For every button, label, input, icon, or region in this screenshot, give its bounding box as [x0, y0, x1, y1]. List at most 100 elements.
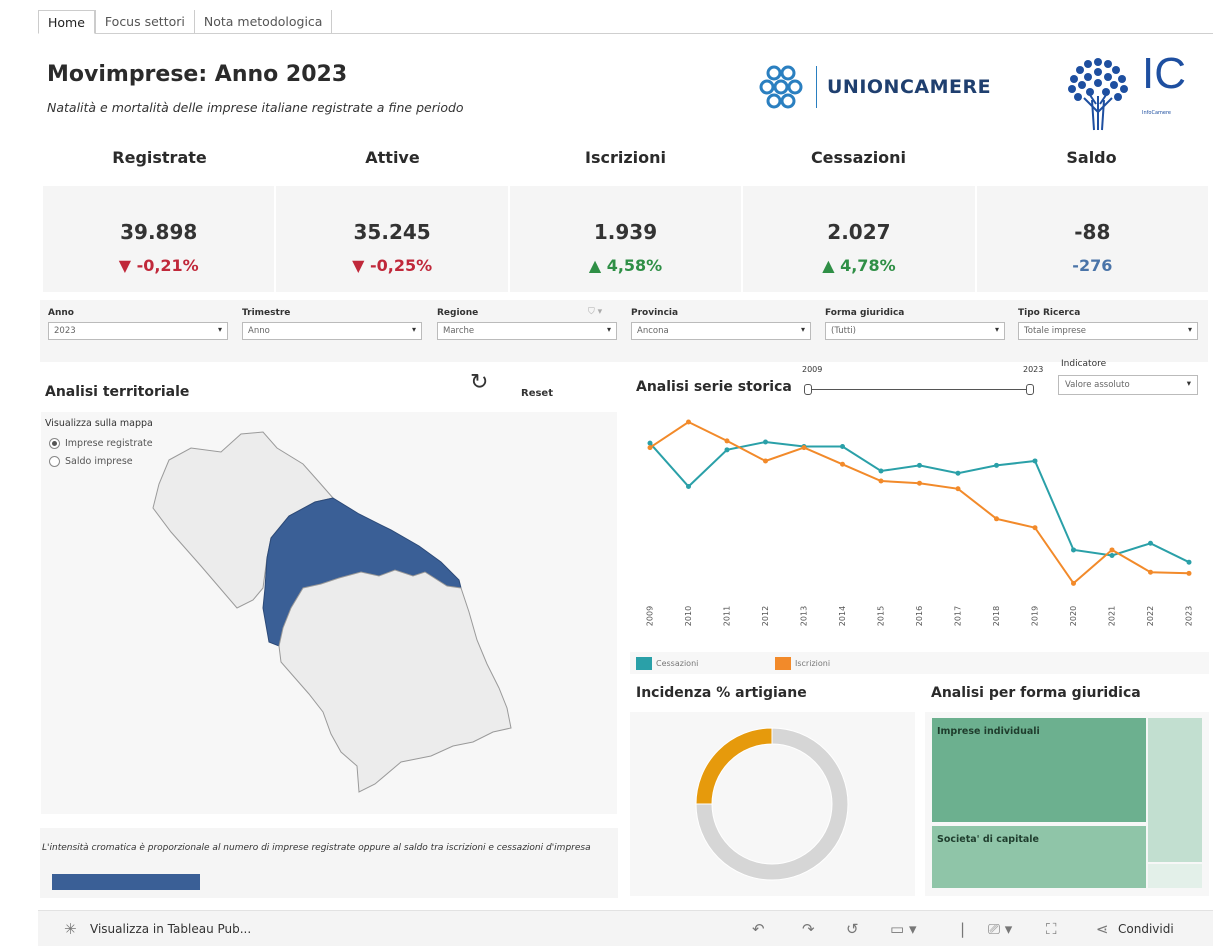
page-title: Movimprese: Anno 2023 [47, 62, 348, 87]
data-point-iscrizioni-2020[interactable] [1071, 580, 1076, 586]
series-line-iscrizioni[interactable] [649, 420, 1190, 585]
treemap-tile-imprese-individuali[interactable]: Imprese individuali [932, 718, 1146, 822]
kpi-values: 39.898 ▼ -0,21% 35.245 ▼ -0,25% 1.939 ▲ … [43, 186, 1208, 292]
data-point-cessazioni-2023[interactable] [1186, 559, 1192, 565]
data-point-iscrizioni-2017[interactable] [955, 486, 961, 492]
treemap-tile-small[interactable] [1148, 864, 1202, 888]
tab-nota-metodologica[interactable]: Nota metodologica [193, 10, 333, 33]
x-tick-label: 2022 [1146, 606, 1155, 626]
data-point-iscrizioni-2014[interactable] [840, 461, 845, 467]
legend-swatch-iscrizioni [775, 657, 791, 670]
data-point-iscrizioni-2022[interactable] [1148, 569, 1153, 575]
kpi-value: 2.027 [827, 220, 891, 244]
data-point-iscrizioni-2015[interactable] [878, 478, 884, 484]
tab-focus-settori[interactable]: Focus settori [94, 10, 194, 33]
data-point-cessazioni-2020[interactable] [1071, 547, 1076, 553]
data-point-cessazioni-2019[interactable] [1032, 458, 1038, 464]
line-chart[interactable]: 2009 2010 2011 2012 2013 2014 2015 2016 2017 2018… [630, 404, 1209, 642]
treemap-tile-societa-capitale[interactable]: Societa' di capitale [932, 826, 1146, 888]
revert-icon[interactable]: ↺ [846, 920, 859, 938]
reset-icon[interactable]: ↻ [470, 370, 488, 395]
data-point-iscrizioni-2019[interactable] [1032, 525, 1038, 531]
tipo-ricerca-dropdown[interactable]: Totale imprese ▾ [1018, 322, 1198, 340]
tab-home[interactable]: Home [38, 10, 95, 34]
kpi-change: ▲ 4,58% [588, 256, 663, 275]
province-southern-marche[interactable] [278, 569, 512, 793]
data-point-cessazioni-2022[interactable] [1148, 540, 1153, 546]
kpi-change: ▼ -0,21% [118, 256, 199, 275]
kpi-label-saldo: Saldo [1066, 148, 1117, 167]
pause-icon[interactable]: ▭ ▾ [890, 920, 916, 938]
provincia-dropdown[interactable]: Ancona ▾ [631, 322, 811, 340]
x-tick-label: 2011 [723, 606, 732, 626]
forma-giuridica-dropdown[interactable]: (Tutti) ▾ [825, 322, 1005, 340]
data-point-cessazioni-2012[interactable] [763, 439, 768, 445]
undo-icon[interactable]: ↶ [752, 920, 765, 938]
data-point-cessazioni-2021[interactable] [1109, 553, 1115, 559]
kpi-label-attive: Attive [365, 148, 420, 167]
redo-icon[interactable]: ↷ [802, 920, 815, 938]
kpi-iscrizioni[interactable]: 1.939 ▲ 4,58% [510, 186, 744, 292]
x-tick-label: 2019 [1031, 606, 1040, 626]
chevron-down-icon: ▾ [1187, 325, 1192, 334]
unioncamere-logo-text: UNIONCAMERE [827, 76, 992, 98]
data-point-iscrizioni-2023[interactable] [1186, 570, 1192, 576]
filter-anno: Anno 2023 ▾ [48, 308, 228, 340]
data-point-iscrizioni-2011[interactable] [724, 438, 730, 444]
unioncamere-mark-icon [759, 65, 803, 109]
indicator-label: Indicatore [1061, 359, 1107, 369]
donut-slice-artigiane[interactable] [695, 727, 773, 805]
filter-tipo-ricerca: Tipo Ricerca Totale imprese ▾ [1018, 308, 1198, 340]
trimestre-dropdown[interactable]: Anno ▾ [242, 322, 422, 340]
infocamere-logo: IC InfoCamere [1058, 52, 1186, 132]
data-point-iscrizioni-2018[interactable] [994, 516, 999, 522]
regione-dropdown[interactable]: Marche ▾ [437, 322, 617, 340]
share-icon[interactable]: ⋖ [1096, 920, 1109, 938]
data-point-cessazioni-2018[interactable] [994, 462, 999, 468]
filter-funnel-icon[interactable]: ⛉ ▾ [588, 307, 602, 317]
data-point-iscrizioni-2016[interactable] [917, 480, 922, 486]
kpi-value: 39.898 [120, 220, 198, 244]
data-point-iscrizioni-2010[interactable] [686, 419, 691, 425]
data-point-cessazioni-2010[interactable] [686, 484, 691, 490]
x-tick-label: 2014 [838, 606, 847, 626]
filter-provincia: Provincia Ancona ▾ [631, 308, 811, 340]
anno-dropdown[interactable]: 2023 ▾ [48, 322, 228, 340]
data-point-cessazioni-2009[interactable] [647, 440, 653, 446]
data-point-iscrizioni-2012[interactable] [763, 458, 768, 464]
slider-start-handle[interactable] [804, 384, 812, 395]
share-button[interactable]: Condividi [1118, 922, 1174, 936]
kpi-attive[interactable]: 35.245 ▼ -0,25% [276, 186, 510, 292]
slider-end-label: 2023 [1023, 365, 1044, 374]
x-tick-label: 2016 [915, 606, 924, 626]
view-in-tableau-link[interactable]: Visualizza in Tableau Pub... [90, 922, 251, 936]
treemap-tile-other[interactable] [1148, 718, 1202, 862]
data-point-cessazioni-2014[interactable] [840, 443, 845, 449]
treemap-title: Analisi per forma giuridica [931, 685, 1141, 701]
series-line-cessazioni[interactable] [649, 440, 1190, 564]
data-point-iscrizioni-2021[interactable] [1109, 547, 1115, 553]
dropdown-value: Ancona [637, 326, 669, 336]
data-point-cessazioni-2011[interactable] [724, 447, 730, 453]
dropdown-value: (Tutti) [831, 326, 856, 336]
kpi-saldo[interactable]: -88 -276 [977, 186, 1208, 292]
fullscreen-icon[interactable]: ⛶ [1046, 920, 1057, 938]
year-range-slider[interactable] [808, 389, 1030, 390]
data-point-cessazioni-2016[interactable] [917, 462, 922, 468]
map-note: L'intensità cromatica è proporzionale al… [42, 843, 591, 853]
data-point-iscrizioni-2013[interactable] [801, 445, 807, 451]
donut-chart[interactable] [630, 712, 915, 896]
indicator-dropdown[interactable]: Valore assoluto ▾ [1058, 375, 1198, 395]
tab-bar: Home Focus settori Nota metodologica [38, 10, 1213, 34]
donut-panel [630, 712, 915, 896]
region-map[interactable] [41, 412, 617, 814]
data-point-cessazioni-2017[interactable] [955, 470, 961, 476]
kpi-cessazioni[interactable]: 2.027 ▲ 4,78% [743, 186, 977, 292]
data-point-cessazioni-2015[interactable] [878, 468, 884, 474]
color-legend-bar [52, 874, 200, 890]
reset-button[interactable]: Reset [521, 388, 553, 399]
present-icon[interactable]: ⎚ ▾ [988, 920, 1012, 938]
data-point-iscrizioni-2009[interactable] [647, 445, 653, 451]
slider-end-handle[interactable] [1026, 384, 1034, 395]
kpi-registrate[interactable]: 39.898 ▼ -0,21% [43, 186, 277, 292]
